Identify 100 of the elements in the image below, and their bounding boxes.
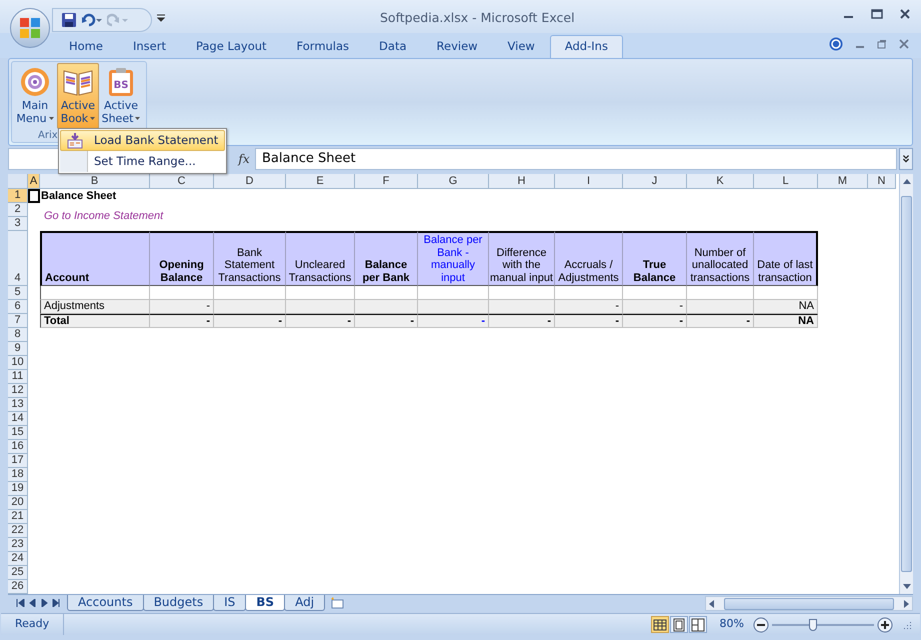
column-header[interactable]: H [489,174,555,189]
ribbon-tab[interactable]: View [492,35,550,58]
column-header[interactable]: G [418,174,489,189]
sheet-nav-arrows-icon[interactable] [16,599,60,607]
caret-icon [135,116,140,120]
column-header[interactable]: K [687,174,754,189]
scroll-up-icon[interactable] [902,178,910,184]
scroll-down-icon[interactable] [902,584,910,590]
zoom-out-icon[interactable] [753,616,769,632]
ribbon-tab[interactable]: Page Layout [180,35,282,58]
window-title: Softpedia.xlsx - Microsoft Excel [380,9,575,27]
row-header[interactable]: 18 [8,468,28,482]
maximize-icon[interactable] [871,8,883,20]
ribbon-tab[interactable]: Home [54,35,118,58]
row-header[interactable]: 17 [8,454,28,468]
row-header[interactable]: 4 [8,231,28,286]
ribbon-tab[interactable]: Review [422,35,493,58]
help-icon[interactable] [829,37,843,51]
view-button[interactable] [688,616,707,633]
column-header[interactable]: L [754,174,818,189]
zoom-in-icon[interactable] [877,616,893,632]
close-icon[interactable] [899,8,911,20]
column-heading: Accruals / Adjustments [555,231,623,286]
row-header[interactable]: 24 [8,552,28,566]
table-cell: Total [40,314,150,328]
vertical-scrollbar[interactable] [899,174,913,594]
undo-icon[interactable] [81,12,103,28]
ribbon-tab[interactable]: Add-Ins [550,35,623,58]
column-header[interactable]: F [355,174,418,189]
column-heading: Difference with the manual input [489,231,555,286]
scroll-thumb[interactable] [901,196,912,572]
row-header[interactable]: 7 [8,314,28,328]
close-icon[interactable] [899,39,909,49]
row-header[interactable]: 9 [8,342,28,356]
ribbon-button[interactable]: Main Menu [14,63,56,129]
horizontal-scrollbar[interactable] [705,596,913,611]
zoom-slider[interactable] [772,616,874,632]
resize-grip-icon [902,620,912,630]
row-header[interactable]: 14 [8,412,28,426]
column-header[interactable]: E [286,174,355,189]
ribbon-button[interactable]: BS Active Sheet [100,63,142,129]
row-header[interactable]: 16 [8,440,28,454]
menu-item[interactable]: Load Bank Statement [60,130,225,151]
row-header[interactable]: 26 [8,580,28,594]
column-header[interactable]: A [28,174,40,189]
sheet-tab[interactable]: Accounts [67,595,144,611]
column-heading: Date of last transaction [754,231,818,286]
menu-item[interactable]: Set Time Range... [60,151,225,172]
row-header[interactable]: 11 [8,370,28,384]
row-header[interactable]: 3 [8,217,28,231]
column-heading: Bank Statement Transactions [214,231,286,286]
selected-cell [28,189,40,203]
column-header[interactable]: B [40,174,150,189]
column-header[interactable]: J [623,174,687,189]
sheet-link[interactable]: Go to Income Statement [44,210,164,222]
sheet-tab[interactable]: Budgets [142,595,214,611]
sheet-tab[interactable]: BS [245,595,286,611]
row-header[interactable]: 1 [8,189,28,203]
customize-icon[interactable] [157,14,165,22]
row-header[interactable]: 8 [8,328,28,342]
column-header[interactable]: C [150,174,214,189]
column-header[interactable]: N [868,174,896,189]
column-header[interactable]: D [214,174,286,189]
view-button[interactable] [650,616,669,633]
row-header[interactable]: 5 [8,286,28,300]
ribbon-tab[interactable]: Data [364,35,422,58]
table-cell: - [150,314,214,328]
slider-thumb[interactable] [808,618,817,630]
table-cell: - [150,300,214,314]
ribbon-tab[interactable]: Insert [118,35,181,58]
column-header[interactable]: M [818,174,868,189]
formula-field[interactable]: Balance Sheet [255,148,897,170]
row-header[interactable]: 12 [8,384,28,398]
row-header[interactable]: 6 [8,300,28,314]
row-header[interactable]: 19 [8,482,28,496]
import-icon [67,132,83,148]
ribbon-button[interactable]: Active Book [57,63,99,129]
row-header[interactable]: 20 [8,496,28,510]
view-button[interactable] [670,616,688,633]
sheet-tab[interactable]: IS [213,595,246,611]
row-header[interactable]: 22 [8,524,28,538]
table-cell: - [623,314,687,328]
office-button[interactable] [10,8,50,48]
row-header[interactable]: 23 [8,538,28,552]
table-cell: - [418,314,489,328]
column-header[interactable]: I [555,174,623,189]
row-header[interactable]: 10 [8,356,28,370]
expand-icon[interactable] [899,148,913,170]
new-sheet-icon[interactable] [329,596,346,610]
restore-icon[interactable] [877,39,887,49]
scroll-thumb[interactable] [724,598,894,610]
row-header[interactable]: 21 [8,510,28,524]
row-header[interactable]: 15 [8,426,28,440]
row-header[interactable]: 25 [8,566,28,580]
sheet-tab[interactable]: Adj [284,595,326,611]
clipboard-icon: BS [108,67,134,97]
row-header[interactable]: 2 [8,203,28,217]
ribbon-tab[interactable]: Formulas [282,35,364,58]
row-header[interactable]: 13 [8,398,28,412]
save-icon[interactable] [61,12,77,28]
